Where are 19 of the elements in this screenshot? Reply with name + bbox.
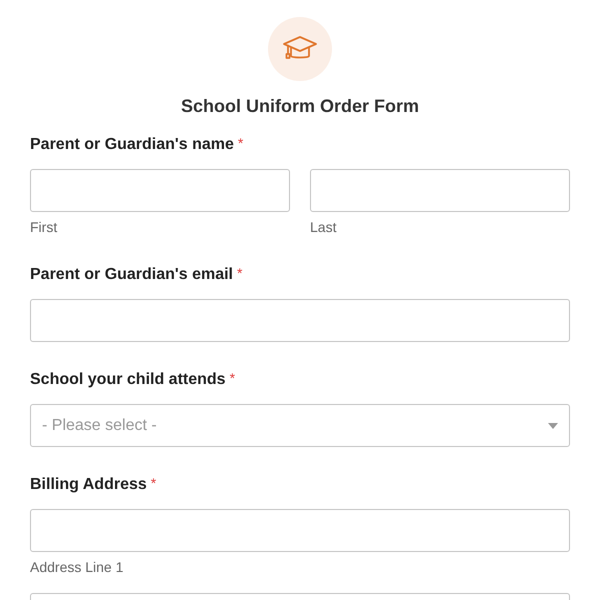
required-asterisk: * — [238, 135, 244, 151]
required-asterisk: * — [150, 475, 156, 491]
field-label: School your child attends — [30, 370, 226, 390]
field-sublabel: First — [30, 218, 58, 237]
input-field[interactable] — [30, 299, 570, 342]
field-label: Parent or Guardian's email — [30, 265, 233, 285]
caret-icon — [548, 422, 558, 428]
input-field[interactable] — [310, 169, 570, 212]
required-asterisk: * — [230, 370, 236, 386]
field-label: Parent or Guardian's name — [30, 135, 234, 155]
field-sublabel: Last — [310, 218, 338, 237]
field-label: Billing Address — [30, 475, 147, 495]
field-sublabel: Address Line 1 — [30, 558, 124, 577]
input-field[interactable] — [30, 169, 290, 212]
select-placeholder: - Please select - — [42, 416, 157, 436]
input-field[interactable] — [30, 509, 570, 552]
select-dropdown[interactable]: - Please select - — [30, 404, 570, 447]
required-asterisk: * — [236, 265, 242, 281]
form-title: School Uniform Order Form — [180, 95, 420, 118]
